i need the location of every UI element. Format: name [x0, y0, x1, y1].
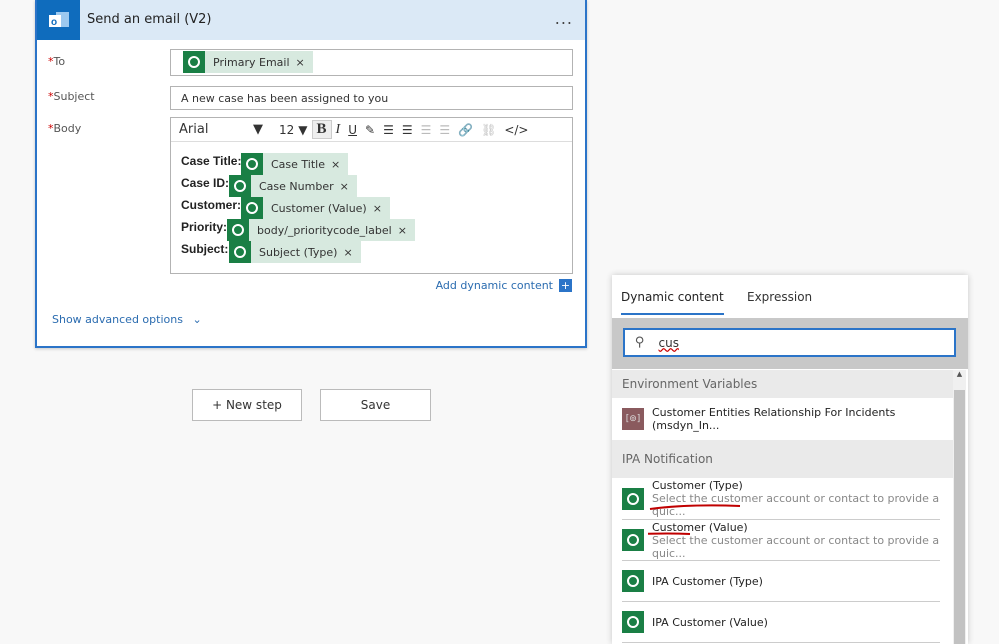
to-label: *To — [48, 55, 66, 68]
save-button[interactable]: Save — [320, 389, 431, 421]
item-title: IPA Customer (Value) — [652, 615, 768, 629]
dataverse-icon — [183, 51, 205, 73]
dataverse-icon — [622, 570, 644, 592]
body-line-label: Priority: — [181, 220, 228, 234]
font-value: Arial — [179, 122, 209, 137]
body-line-label: Subject: — [181, 242, 229, 256]
chip-label: Subject (Type) — [259, 245, 338, 259]
search-area: ⚲ cus — [612, 318, 968, 369]
svg-text:o: o — [51, 17, 57, 28]
list-item[interactable]: IPA Customer (Type) — [622, 561, 940, 602]
dataverse-icon — [227, 219, 249, 241]
bullet-list-icon[interactable]: ☰ — [379, 123, 398, 137]
font-select[interactable]: Arial ▼ — [171, 122, 271, 137]
dataverse-icon — [241, 197, 263, 219]
subject-label: *Subject — [48, 90, 95, 103]
add-icon: + — [559, 279, 572, 292]
chip-label: Case Title — [271, 157, 325, 171]
chip-label: Case Number — [259, 179, 334, 193]
list-item[interactable]: IPA Customer (Value) — [622, 602, 940, 643]
remove-icon[interactable]: × — [296, 56, 305, 69]
chevron-down-icon: ⌄ — [192, 313, 202, 326]
dataverse-icon — [622, 611, 644, 633]
tab-expression[interactable]: Expression — [747, 290, 812, 304]
chip-label: Primary Email — [213, 55, 290, 69]
dataverse-icon — [622, 487, 644, 510]
to-field[interactable]: Primary Email × — [170, 49, 573, 76]
scrollbar[interactable]: ▲ — [953, 370, 966, 644]
token-chip[interactable]: Primary Email × — [183, 51, 313, 73]
dataverse-icon — [241, 153, 263, 175]
search-input[interactable]: ⚲ cus — [623, 328, 956, 357]
bold-button[interactable]: B — [311, 120, 332, 139]
remove-icon[interactable]: × — [340, 180, 349, 193]
scrollbar-thumb[interactable] — [954, 390, 965, 644]
tab-dynamic-content[interactable]: Dynamic content — [621, 290, 724, 315]
remove-icon[interactable]: × — [398, 224, 407, 237]
editor-toolbar: Arial ▼ 12 ▼ B I U ✎ ☰ ☰ ☰ ☰ 🔗 ⛓ </> — [171, 118, 572, 142]
dataverse-icon — [229, 241, 251, 263]
body-line-label: Case ID: — [181, 176, 230, 190]
token-chip[interactable]: body/_prioritycode_label × — [227, 219, 415, 241]
red-annotation-underline — [648, 504, 741, 535]
token-chip[interactable]: Subject (Type) × — [229, 241, 361, 263]
send-email-card: o Send an email (V2) ... *To Primary Ema… — [35, 0, 587, 348]
token-chip[interactable]: Case Title × — [241, 153, 349, 175]
numbered-list-icon[interactable]: ☰ — [398, 123, 417, 137]
body-line-label: Case Title: — [181, 154, 242, 168]
to-label-text: To — [53, 55, 66, 68]
indent-icon[interactable]: ☰ — [435, 123, 454, 137]
dataverse-icon — [229, 175, 251, 197]
italic-button[interactable]: I — [332, 122, 345, 138]
item-title: Customer (Type) — [652, 479, 743, 492]
chip-label: body/_prioritycode_label — [257, 223, 392, 237]
remove-icon[interactable]: × — [373, 202, 382, 215]
token-chip[interactable]: Customer (Value) × — [241, 197, 390, 219]
unlink-icon[interactable]: ⛓ — [477, 123, 500, 137]
outlook-icon: o — [37, 0, 80, 40]
subject-label-text: Subject — [53, 90, 95, 103]
item-title: IPA Customer (Type) — [652, 574, 763, 588]
remove-icon[interactable]: × — [343, 246, 352, 259]
body-line-label: Customer: — [181, 198, 242, 212]
underline-button[interactable]: U — [344, 123, 361, 137]
code-view-icon[interactable]: </> — [500, 123, 532, 137]
size-value: 12 — [279, 122, 295, 137]
more-options-button[interactable]: ... — [555, 9, 573, 28]
outdent-icon[interactable]: ☰ — [417, 123, 436, 137]
link-icon[interactable]: 🔗 — [454, 123, 477, 137]
body-editor[interactable]: Arial ▼ 12 ▼ B I U ✎ ☰ ☰ ☰ ☰ 🔗 ⛓ </> Case… — [170, 117, 573, 274]
list-item[interactable]: [⊚] Customer Entities Relationship For I… — [622, 398, 940, 440]
card-title: Send an email (V2) — [87, 12, 212, 27]
remove-icon[interactable]: × — [331, 158, 340, 171]
token-chip[interactable]: Case Number × — [229, 175, 357, 197]
add-dynamic-label: Add dynamic content — [435, 279, 553, 292]
size-select[interactable]: 12 ▼ — [271, 123, 312, 137]
add-dynamic-content-link[interactable]: Add dynamic content + — [436, 279, 572, 292]
section-header: IPA Notification — [612, 440, 953, 478]
environment-variable-icon: [⊚] — [622, 408, 644, 430]
search-icon: ⚲ — [635, 335, 645, 350]
subject-field[interactable]: A new case has been assigned to you — [170, 86, 573, 110]
card-header[interactable]: o Send an email (V2) ... — [37, 0, 585, 40]
show-advanced-options[interactable]: Show advanced options ⌄ — [52, 313, 202, 326]
search-value: cus — [658, 335, 679, 350]
dataverse-icon — [622, 529, 644, 551]
dynamic-content-panel: Dynamic content Expression ⚲ cus Environ… — [612, 275, 968, 644]
body-label: *Body — [48, 122, 82, 135]
item-title: Customer Entities Relationship For Incid… — [652, 406, 896, 432]
scroll-up-icon[interactable]: ▲ — [953, 370, 966, 378]
color-pen-icon[interactable]: ✎ — [361, 123, 379, 137]
chip-label: Customer (Value) — [271, 201, 367, 215]
body-label-text: Body — [53, 122, 82, 135]
new-step-button[interactable]: + New step — [192, 389, 302, 421]
advanced-label: Show advanced options — [52, 313, 183, 326]
section-header: Environment Variables — [612, 370, 953, 398]
